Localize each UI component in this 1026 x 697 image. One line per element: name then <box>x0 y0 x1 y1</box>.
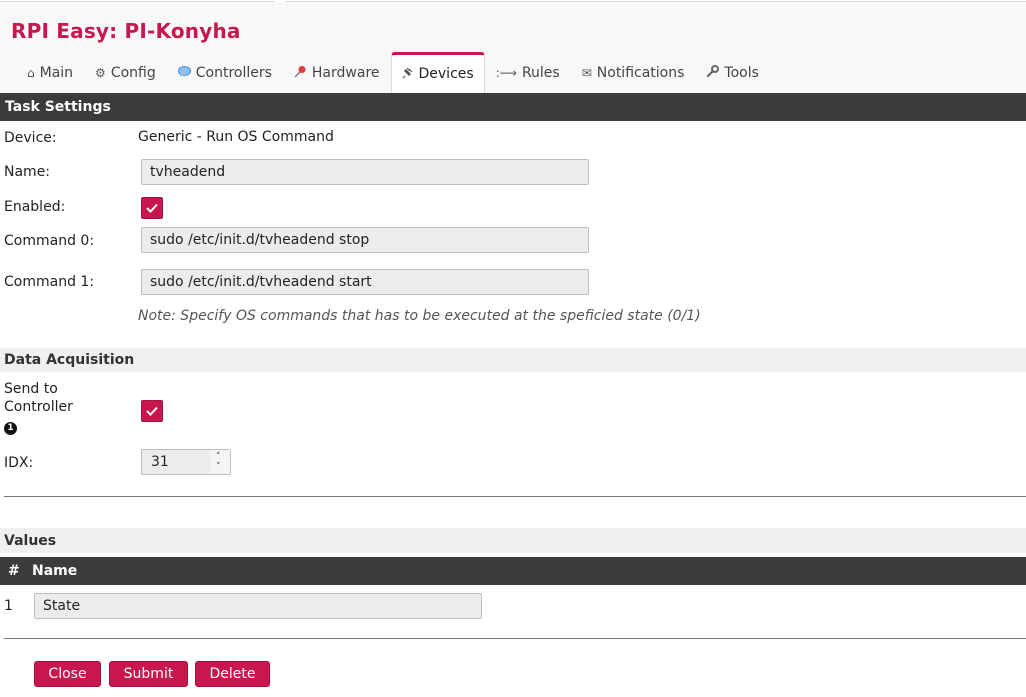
tab-main[interactable]: ⌂ Main <box>16 52 84 93</box>
idx-number-input[interactable]: 31 ˄ ˅ <box>141 449 231 475</box>
tab-config[interactable]: ⚙ Config <box>84 52 167 93</box>
col-name-header: Name <box>32 563 78 579</box>
spin-up-icon[interactable]: ˄ <box>216 453 221 462</box>
tab-notifications-label: Notifications <box>596 65 685 81</box>
tab-hardware-label: Hardware <box>311 65 380 81</box>
wrench-icon <box>706 65 720 81</box>
send-to-controller-checkbox[interactable] <box>141 400 163 422</box>
value-name-input[interactable] <box>34 593 482 619</box>
device-value: Generic - Run OS Command <box>138 129 334 145</box>
envelope-icon: ✉ <box>581 66 592 80</box>
send-label-line1: Send to <box>4 381 58 397</box>
tab-controllers[interactable]: Controllers <box>167 52 283 93</box>
info-icon[interactable]: 1 <box>4 422 17 435</box>
app-title: RPI Easy: PI-Konyha <box>11 19 241 43</box>
speech-bubble-icon <box>177 65 191 81</box>
tab-notifications[interactable]: ✉ Notifications <box>571 52 696 93</box>
divider <box>4 496 1026 497</box>
idx-value: 31 <box>151 454 169 470</box>
tab-tools-label: Tools <box>724 65 759 81</box>
gear-icon: ⚙ <box>95 66 106 80</box>
pushpin-icon <box>294 65 307 81</box>
tab-tools[interactable]: Tools <box>695 52 770 93</box>
idx-label: IDX: <box>4 455 34 471</box>
arrow-right-icon: :⟶ <box>495 66 517 80</box>
value-row-num: 1 <box>4 598 13 614</box>
command0-input[interactable] <box>141 227 589 253</box>
values-table-header: # Name <box>0 557 1026 585</box>
checkmark-icon <box>146 406 158 416</box>
idx-spinner[interactable]: ˄ ˅ <box>210 450 230 474</box>
submit-button[interactable]: Submit <box>109 661 188 687</box>
tab-rules-label: Rules <box>521 65 560 81</box>
send-label-line2: Controller <box>4 399 73 415</box>
command1-label: Command 1: <box>4 274 95 290</box>
delete-button[interactable]: Delete <box>195 661 270 687</box>
task-settings-heading: Task Settings <box>0 93 1026 121</box>
name-label: Name: <box>4 164 51 180</box>
tab-hardware[interactable]: Hardware <box>283 52 391 93</box>
tab-main-label: Main <box>39 65 74 81</box>
checkmark-icon <box>146 203 158 213</box>
home-icon: ⌂ <box>27 66 35 80</box>
col-num-header: # <box>8 563 20 579</box>
plug-icon <box>402 67 414 82</box>
tab-rules[interactable]: :⟶ Rules <box>485 52 571 93</box>
main-menu: ⌂ Main ⚙ Config Controllers Hardware Dev… <box>16 52 770 93</box>
tab-devices-label: Devices <box>418 66 474 82</box>
command0-label: Command 0: <box>4 233 95 249</box>
device-label: Device: <box>4 130 57 146</box>
name-input[interactable] <box>141 159 589 185</box>
values-heading: Values <box>0 528 1026 553</box>
enabled-checkbox[interactable] <box>141 197 163 219</box>
enabled-label: Enabled: <box>4 199 66 215</box>
commands-note: Note: Specify OS commands that has to be… <box>138 308 701 324</box>
tab-controllers-label: Controllers <box>195 65 272 81</box>
tab-devices[interactable]: Devices <box>390 52 485 93</box>
send-to-controller-label: Send to Controller 1 <box>4 380 73 435</box>
data-acquisition-heading: Data Acquisition <box>0 348 1026 372</box>
close-button[interactable]: Close <box>34 661 101 687</box>
command1-input[interactable] <box>141 269 589 295</box>
spin-down-icon[interactable]: ˅ <box>216 463 221 472</box>
tab-config-label: Config <box>110 65 156 81</box>
divider <box>4 638 1026 639</box>
